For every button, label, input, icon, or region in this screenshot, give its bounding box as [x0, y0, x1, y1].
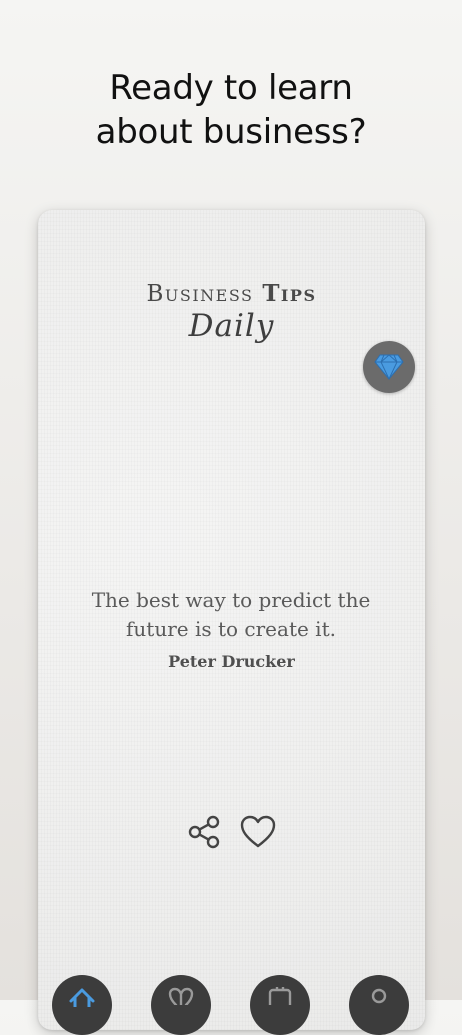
- tab-favorites[interactable]: [151, 975, 211, 1035]
- premium-button[interactable]: [363, 341, 415, 393]
- brand-title: Business Tips: [38, 280, 425, 307]
- like-button[interactable]: [238, 812, 278, 852]
- quote-text: The best way to predict the future is to…: [91, 588, 371, 641]
- cards-icon: [268, 987, 292, 1005]
- tab-home[interactable]: [52, 975, 112, 1035]
- profile-icon: [371, 988, 387, 1004]
- heart-icon: [168, 987, 194, 1005]
- onboarding-headline: Ready to learn about business?: [0, 66, 462, 154]
- home-icon: [69, 988, 95, 1007]
- brand-subtitle: Daily: [188, 308, 275, 344]
- headline-line-2: about business?: [95, 112, 367, 152]
- heart-icon: [240, 815, 276, 848]
- headline-line-1: Ready to learn: [109, 68, 353, 108]
- tab-profile[interactable]: [349, 975, 409, 1035]
- quote-author: Peter Drucker: [168, 652, 295, 671]
- share-button[interactable]: [184, 812, 224, 852]
- brand-word-tips: Tips: [262, 280, 317, 307]
- tab-categories[interactable]: [250, 975, 310, 1035]
- diamond-icon: [374, 354, 404, 381]
- brand-word-business: Business: [146, 281, 254, 307]
- share-icon: [188, 815, 220, 849]
